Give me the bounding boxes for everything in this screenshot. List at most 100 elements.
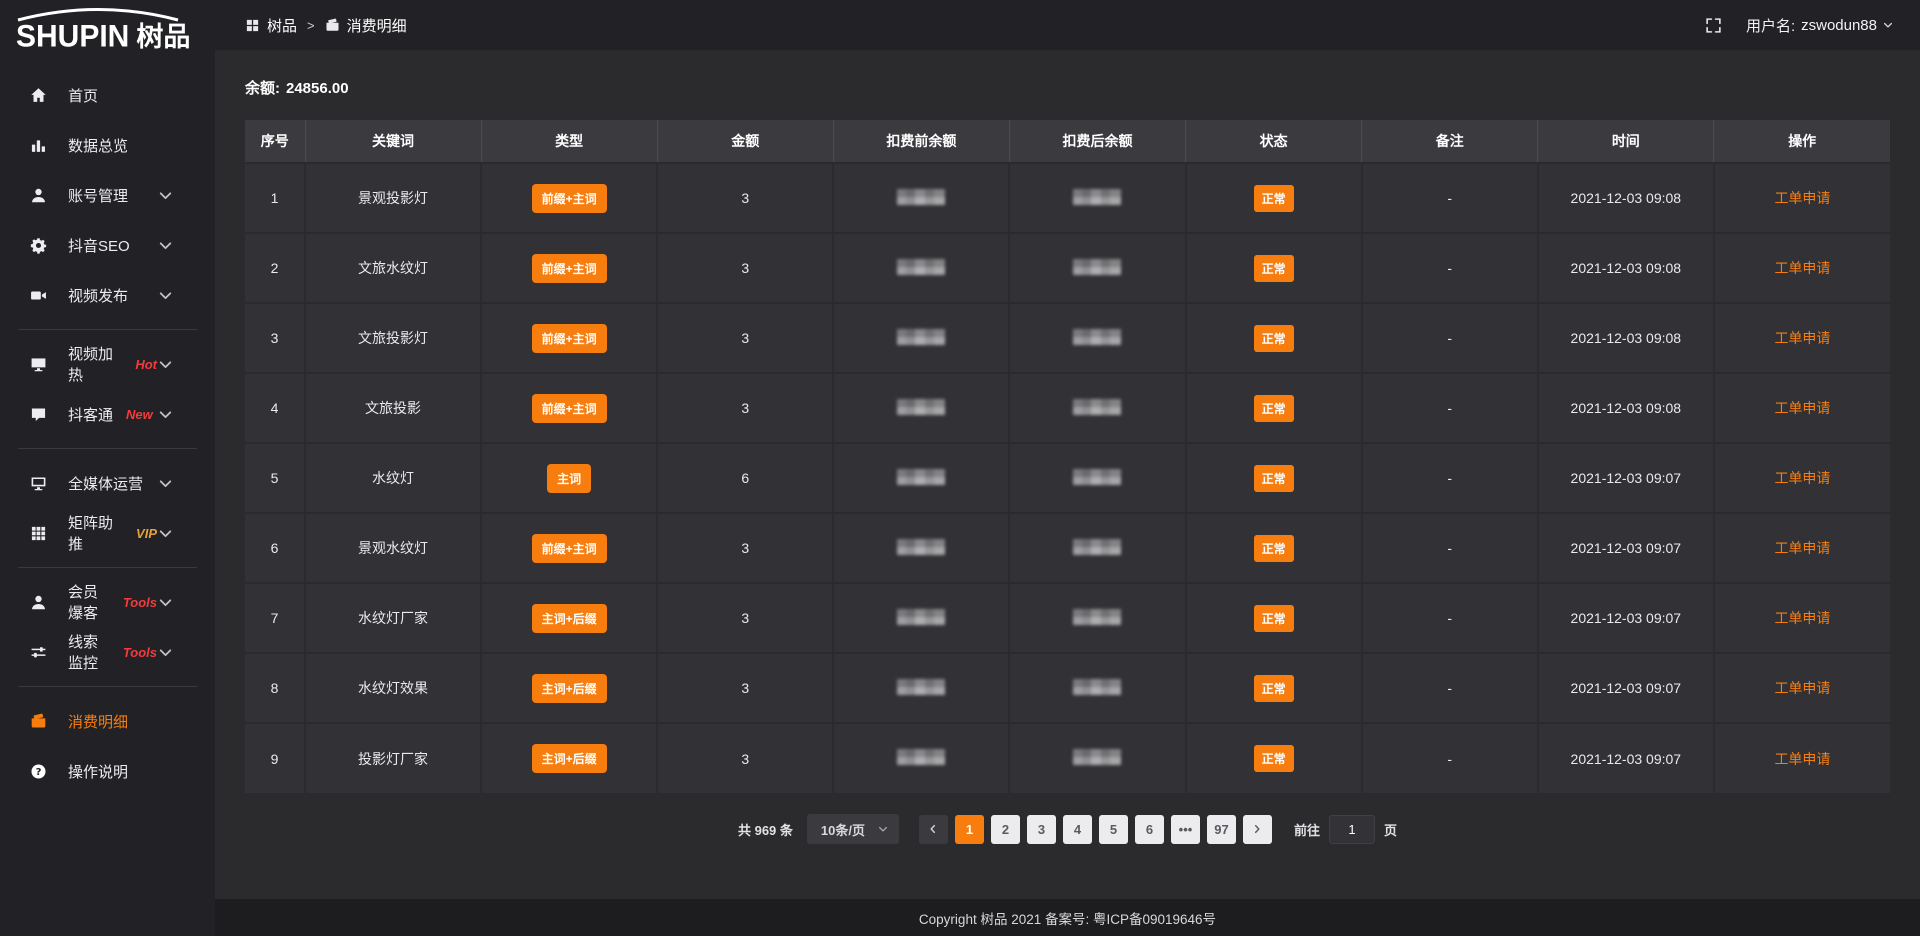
- cell-action: 工单申请: [1714, 583, 1890, 653]
- masked-balance: [897, 259, 945, 275]
- status-badge: 正常: [1254, 185, 1294, 212]
- cell-amount: 3: [657, 163, 833, 233]
- sidebar-item-home[interactable]: 首页: [0, 70, 215, 120]
- app-logo[interactable]: SHUPIN 树品: [0, 0, 215, 62]
- status-badge: 正常: [1254, 535, 1294, 562]
- breadcrumb: 树品 > 消费明细: [245, 15, 407, 36]
- cell-type: 主词: [481, 443, 657, 513]
- sidebar-item-operation-guide[interactable]: ?操作说明: [0, 746, 215, 796]
- cell-status: 正常: [1186, 163, 1362, 233]
- cell-remark: -: [1362, 163, 1538, 233]
- sidebar-item-label: 抖客通: [68, 404, 113, 425]
- sidebar-item-clue-monitor[interactable]: 线索监控Tools: [0, 627, 215, 677]
- cell-amount: 3: [657, 583, 833, 653]
- video-camera-icon: [30, 287, 47, 304]
- cell-balance-before: [833, 233, 1009, 303]
- consume-table: 序号关键词类型金额扣费前余额扣费后余额状态备注时间操作 1景观投影灯前缀+主词3…: [245, 120, 1890, 793]
- cell-index: 1: [245, 163, 305, 233]
- status-badge: 正常: [1254, 465, 1294, 492]
- work-order-link[interactable]: 工单申请: [1774, 190, 1830, 206]
- cell-index: 3: [245, 303, 305, 373]
- user-menu[interactable]: 用户名: zswodun88: [1746, 15, 1894, 36]
- sidebar-item-member-baoke[interactable]: 会员爆客Tools: [0, 577, 215, 627]
- sidebar-item-douketong[interactable]: 抖客通New: [0, 389, 215, 439]
- fullscreen-icon[interactable]: [1705, 17, 1722, 34]
- breadcrumb-separator: >: [307, 18, 315, 33]
- cell-remark: -: [1362, 303, 1538, 373]
- page-button-5[interactable]: 5: [1099, 815, 1128, 844]
- page-button-2[interactable]: 2: [991, 815, 1020, 844]
- cell-status: 正常: [1186, 513, 1362, 583]
- sidebar-item-consume-detail[interactable]: 消费明细: [0, 696, 215, 746]
- sidebar-item-label: 数据总览: [68, 135, 128, 156]
- cell-keyword: 水纹灯: [305, 443, 481, 513]
- topbar: 树品 > 消费明细 用户名: zswodun88: [215, 0, 1920, 50]
- column-header: 操作: [1714, 120, 1890, 163]
- breadcrumb-item-shupin-home[interactable]: 树品: [245, 15, 297, 36]
- page-button-1[interactable]: 1: [955, 815, 984, 844]
- cell-time: 2021-12-03 09:07: [1538, 513, 1714, 583]
- cell-action: 工单申请: [1714, 513, 1890, 583]
- cell-remark: -: [1362, 583, 1538, 653]
- chevron-right-icon: [1251, 823, 1263, 835]
- sliders-icon: [30, 644, 47, 661]
- cell-balance-after: [1009, 373, 1185, 443]
- chevron-down-icon: [157, 187, 174, 204]
- cell-keyword: 文旅水纹灯: [305, 233, 481, 303]
- sidebar-divider: [18, 686, 197, 687]
- sidebar-nav: 首页数据总览账号管理抖音SEO视频发布视频加热Hot抖客通New 全媒体运营矩阵助…: [0, 62, 215, 936]
- sidebar-item-all-media-operation[interactable]: 全媒体运营: [0, 458, 215, 508]
- page-size-select[interactable]: 10条/页: [807, 814, 899, 844]
- home-icon: [30, 87, 47, 104]
- work-order-link[interactable]: 工单申请: [1774, 260, 1830, 276]
- cell-status: 正常: [1186, 583, 1362, 653]
- user-group-icon: [30, 594, 47, 611]
- sidebar-item-video-publish[interactable]: 视频发布: [0, 270, 215, 320]
- work-order-link[interactable]: 工单申请: [1774, 540, 1830, 556]
- cell-type: 主词+后缀: [481, 723, 657, 793]
- work-order-link[interactable]: 工单申请: [1774, 751, 1830, 767]
- table-row: 4文旅投影前缀+主词3正常-2021-12-03 09:08工单申请: [245, 373, 1890, 443]
- sidebar-item-matrix-boost[interactable]: 矩阵助推VIP: [0, 508, 215, 558]
- cell-action: 工单申请: [1714, 443, 1890, 513]
- page-button-97[interactable]: 97: [1207, 815, 1236, 844]
- breadcrumb-item-consume-detail[interactable]: 消费明细: [325, 15, 407, 36]
- work-order-link[interactable]: 工单申请: [1774, 330, 1830, 346]
- sidebar-item-badge: Tools: [123, 645, 157, 660]
- app-window: SHUPIN 树品 首页数据总览账号管理抖音SEO视频发布视频加热Hot抖客通N…: [0, 0, 1920, 936]
- cell-index: 2: [245, 233, 305, 303]
- page-button-3[interactable]: 3: [1027, 815, 1056, 844]
- cell-action: 工单申请: [1714, 233, 1890, 303]
- cell-balance-after: [1009, 443, 1185, 513]
- type-badge: 前缀+主词: [532, 534, 607, 563]
- cell-action: 工单申请: [1714, 303, 1890, 373]
- page-button-6[interactable]: 6: [1135, 815, 1164, 844]
- cell-keyword: 文旅投影灯: [305, 303, 481, 373]
- work-order-link[interactable]: 工单申请: [1774, 470, 1830, 486]
- goto-page-input[interactable]: [1329, 815, 1375, 844]
- sidebar-item-account-management[interactable]: 账号管理: [0, 170, 215, 220]
- cell-amount: 3: [657, 513, 833, 583]
- next-page-button[interactable]: [1243, 815, 1272, 844]
- sidebar-item-douyin-seo[interactable]: 抖音SEO: [0, 220, 215, 270]
- sidebar-item-data-overview[interactable]: 数据总览: [0, 120, 215, 170]
- balance-row: 余额:24856.00: [245, 77, 1890, 98]
- chevron-down-icon: [157, 237, 174, 254]
- work-order-link[interactable]: 工单申请: [1774, 610, 1830, 626]
- work-order-link[interactable]: 工单申请: [1774, 680, 1830, 696]
- prev-page-button[interactable]: [919, 815, 948, 844]
- column-header: 时间: [1538, 120, 1714, 163]
- page-button-4[interactable]: 4: [1063, 815, 1092, 844]
- more-pages-button[interactable]: •••: [1171, 815, 1200, 844]
- sidebar-item-label: 矩阵助推: [68, 512, 123, 554]
- cell-index: 5: [245, 443, 305, 513]
- cell-action: 工单申请: [1714, 653, 1890, 723]
- cell-type: 前缀+主词: [481, 373, 657, 443]
- cell-balance-before: [833, 653, 1009, 723]
- work-order-link[interactable]: 工单申请: [1774, 400, 1830, 416]
- sidebar-item-video-heat[interactable]: 视频加热Hot: [0, 339, 215, 389]
- cell-balance-before: [833, 163, 1009, 233]
- table-row: 2文旅水纹灯前缀+主词3正常-2021-12-03 09:08工单申请: [245, 233, 1890, 303]
- page-buttons: 123456•••97: [919, 815, 1272, 844]
- table-row: 8水纹灯效果主词+后缀3正常-2021-12-03 09:07工单申请: [245, 653, 1890, 723]
